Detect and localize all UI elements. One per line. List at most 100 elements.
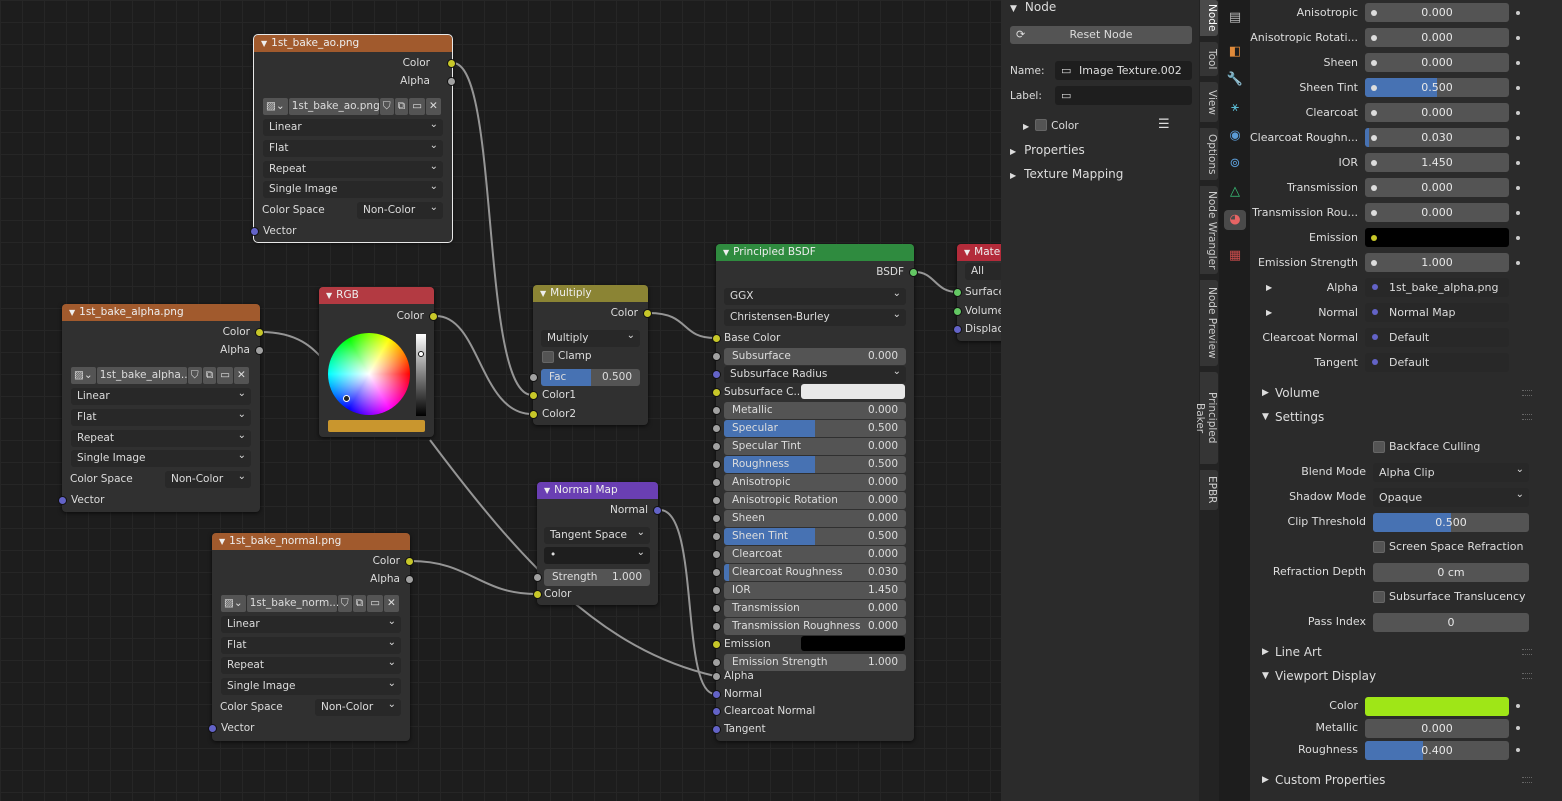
value-field[interactable]: 0.000 [1365,3,1509,22]
color-space-dropdown[interactable]: Non-Color [315,699,401,716]
normal-map-node[interactable]: ▼Normal Map Normal Tangent Space • Stren… [533,482,662,605]
link-field[interactable]: Default [1365,328,1509,347]
keyframe-dot[interactable] [1516,211,1520,215]
strength-field[interactable]: Strength 1.000 [544,569,650,586]
distribution-dropdown[interactable]: GGX [724,288,906,305]
color-field[interactable] [801,636,905,651]
socket-in[interactable] [712,442,721,451]
viewport-display-panel[interactable]: ▼ Viewport Display [1253,665,1538,687]
socket-in[interactable] [712,532,721,541]
socket-vector-in[interactable] [250,227,259,236]
keyframe-dot[interactable] [1516,136,1520,140]
ssr-checkbox[interactable] [1373,541,1385,553]
fake-user-icon[interactable]: ⛉ [187,367,202,384]
properties-panel[interactable]: ▶ Properties [1010,141,1085,159]
socket-vector-in[interactable] [208,724,217,733]
field-dropdown[interactable]: Subsurface Radius [724,366,906,383]
value-field[interactable]: Sheen Tint 0.500 [724,528,906,545]
name-field[interactable]: ▭ Image Texture.002 [1055,61,1192,80]
socket-dot[interactable] [1371,135,1377,141]
tab-options[interactable]: Options [1200,128,1218,180]
socket-color-out[interactable] [255,328,264,337]
value-field[interactable]: IOR 1.450 [724,582,906,599]
blend-mode-dropdown[interactable]: Alpha Clip [1373,463,1529,482]
backface-culling-checkbox[interactable] [1373,441,1385,453]
value-field[interactable]: 1.450 [1365,153,1509,172]
link-field[interactable]: Default [1365,353,1509,372]
node-header[interactable]: ▼ 1st_bake_alpha.png [62,304,260,321]
keyframe-dot[interactable] [1516,61,1520,65]
keyframe-dot[interactable] [1516,726,1520,730]
space-dropdown[interactable]: Tangent Space [544,527,650,544]
extension-dropdown[interactable]: Repeat [221,657,401,674]
socket-in[interactable] [712,424,721,433]
socket-strength-in[interactable] [533,573,542,582]
node-header[interactable]: ▼ Principled BSDF [716,244,914,261]
extension-dropdown[interactable]: Repeat [263,161,443,178]
socket-in[interactable] [712,352,721,361]
material-icon[interactable]: ◕ [1224,210,1246,230]
socket-dot[interactable] [1371,10,1377,16]
socket-alpha-in[interactable] [712,672,721,681]
keyframe-dot[interactable] [1516,704,1520,708]
interpolation-dropdown[interactable]: Linear [263,119,443,136]
value-field[interactable] [1365,228,1509,247]
subsurface-method-dropdown[interactable]: Christensen-Burley [724,309,906,326]
value-field[interactable]: 0.000 [1365,178,1509,197]
socket-alpha-out[interactable] [447,77,456,86]
socket-dot[interactable] [1371,210,1377,216]
unlink-icon[interactable]: ✕ [426,98,441,115]
node-header[interactable]: ▼ Normal Map [537,482,658,499]
color-space-dropdown[interactable]: Non-Color [165,471,251,488]
vp-roughness-field[interactable]: 0.400 [1365,741,1509,760]
clamp-checkbox[interactable] [542,351,554,363]
link-field[interactable]: 1st_bake_alpha.png [1365,278,1509,297]
particles-icon[interactable]: ⚹ [1224,98,1246,118]
unlink-icon[interactable]: ✕ [234,367,249,384]
color-wheel[interactable] [328,333,410,415]
socket-color-out[interactable] [643,309,652,318]
tab-view[interactable]: View [1200,82,1218,122]
socket-dot[interactable] [1371,35,1377,41]
node-header[interactable]: ▼ 1st_bake_ao.png [254,35,452,52]
texture-mapping-panel[interactable]: ▶ Texture Mapping [1010,165,1123,183]
socket-in[interactable] [712,370,721,379]
socket-in[interactable] [712,604,721,613]
value-field[interactable]: Specular Tint 0.000 [724,438,906,455]
socket-in[interactable] [712,640,721,649]
fac-field[interactable]: Fac 0.500 [541,369,640,386]
tab-tool[interactable]: Tool [1200,42,1218,76]
socket-dot[interactable] [1371,60,1377,66]
socket-in[interactable] [712,622,721,631]
open-folder-icon[interactable]: ▭ [367,595,384,612]
duplicate-icon[interactable]: ⧉ [202,367,217,384]
keyframe-dot[interactable] [1516,86,1520,90]
node-header[interactable]: ▼ 1st_bake_normal.png [212,533,410,550]
texture-icon[interactable]: ▦ [1224,246,1246,266]
image-name[interactable]: 1st_bake_ao.png [288,98,380,115]
use-color-checkbox[interactable] [1035,119,1048,131]
render-icon[interactable]: ▤ [1224,8,1246,28]
settings-panel[interactable]: ▼ Settings [1253,406,1538,428]
color-space-dropdown[interactable]: Non-Color [357,202,443,219]
socket-alpha-out[interactable] [255,346,264,355]
mix-rgb-node[interactable]: ▼Multiply Color Multiply Clamp Fac0.500 … [529,285,652,425]
keyframe-dot[interactable] [1516,36,1520,40]
projection-dropdown[interactable]: Flat [221,637,401,654]
value-field[interactable]: 0.000 [1365,103,1509,122]
value-field[interactable]: 0.000 [1365,203,1509,222]
uv-map-field[interactable]: • [544,547,650,564]
reset-node-button[interactable]: ⟳ Reset Node [1010,26,1192,44]
socket-dot[interactable] [1371,235,1377,241]
socket-alpha-out[interactable] [405,575,414,584]
keyframe-dot[interactable] [1516,186,1520,190]
socket-dot[interactable] [1371,185,1377,191]
sst-checkbox[interactable] [1373,591,1385,603]
link-field[interactable]: Normal Map [1365,303,1509,322]
presets-icon[interactable]: ☰ [1158,117,1170,132]
socket-in[interactable] [712,478,721,487]
keyframe-dot[interactable] [1516,261,1520,265]
keyframe-dot[interactable] [1516,748,1520,752]
vp-color-swatch[interactable] [1365,697,1509,716]
expand-arrow-icon[interactable]: ▶ [1266,278,1272,298]
